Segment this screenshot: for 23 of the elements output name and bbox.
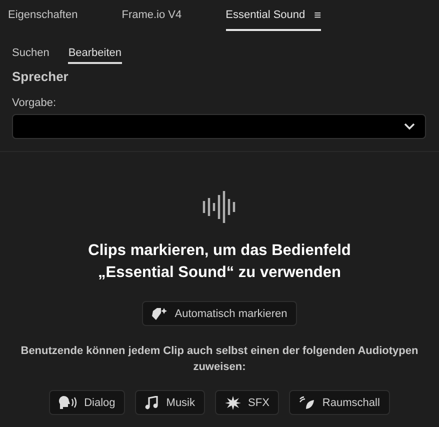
preset-dropdown[interactable] (12, 114, 426, 139)
sub-tab[interactable]: Suchen (12, 47, 50, 64)
section-title: Sprecher (12, 69, 70, 84)
audio-type-button[interactable]: Raumschall (289, 390, 390, 415)
menu-icon[interactable]: ≡ (314, 9, 322, 23)
auto-tag-button[interactable]: Automatisch markieren (142, 301, 298, 326)
burst-icon (225, 396, 242, 410)
waveform-icon (202, 190, 238, 224)
sub-tab[interactable]: Bearbeiten (68, 47, 122, 64)
leaf-waves-icon (299, 396, 316, 410)
tag-sparkle-icon (152, 306, 168, 320)
audio-type-button[interactable]: Musik (135, 390, 206, 415)
hint-text: Benutzende können jedem Clip auch selbst einen der folgenden Audiotypen zuweisen: (20, 344, 420, 375)
preset-label: Vorgabe: (12, 97, 58, 109)
speaking-head-icon (59, 396, 78, 409)
panel-tab[interactable]: Eigenschaften (8, 9, 78, 31)
panel-tab[interactable]: Essential Sound ≡ (226, 9, 322, 31)
audio-type-button[interactable]: Dialog (49, 390, 126, 415)
panel-tab[interactable]: Frame.io V4 (122, 9, 182, 31)
empty-state-heading: Clips markieren, um das Bedienfeld „Essential Sound“ zu verwenden (87, 241, 352, 283)
music-note-icon (145, 396, 160, 410)
chevron-down-icon (404, 123, 415, 130)
audio-type-button[interactable]: SFX (215, 390, 280, 415)
